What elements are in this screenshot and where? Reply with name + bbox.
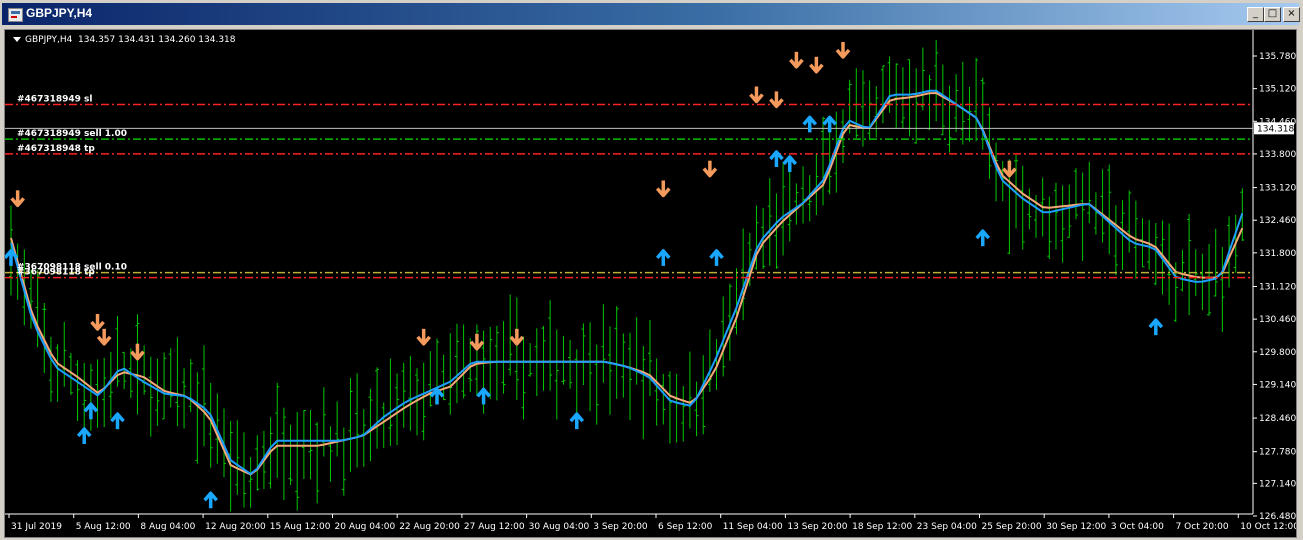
x-tick-label: 13 Sep 20:00 (787, 522, 847, 532)
buy-arrow-icon (769, 150, 784, 167)
x-tick-label: 11 Sep 04:00 (723, 522, 783, 532)
current-price-label: 134.318 (1257, 124, 1294, 134)
slow-ma-line (10, 91, 1244, 476)
chart-symbol: GBPJPY,H4 (25, 35, 73, 45)
sell-arrow-icon (90, 314, 105, 331)
close-button[interactable]: × (1283, 7, 1300, 22)
x-tick-label: 6 Sep 12:00 (658, 522, 713, 532)
sell-arrow-icon (10, 190, 25, 208)
maximize-button[interactable]: □ (1264, 7, 1281, 22)
sell-arrow-icon (469, 333, 485, 351)
order-label: #467318948 tp (17, 144, 95, 154)
x-tick-label: 30 Sep 12:00 (1046, 522, 1106, 532)
order-label: #367098118 tp (17, 268, 95, 278)
y-tick-label: 126.480 (1259, 512, 1296, 522)
buy-arrow-icon (709, 249, 724, 266)
y-tick-label: 130.460 (1259, 315, 1296, 325)
x-tick-label: 30 Aug 04:00 (529, 522, 590, 532)
sell-arrow-icon (809, 56, 824, 74)
x-tick-label: 7 Oct 20:00 (1176, 522, 1229, 532)
x-tick-label: 27 Aug 12:00 (464, 522, 525, 532)
x-tick-label: 3 Sep 20:00 (593, 522, 648, 532)
sell-arrow-icon (130, 343, 145, 361)
x-tick-label: 22 Aug 20:00 (399, 522, 460, 532)
y-tick-label: 133.800 (1259, 150, 1296, 160)
x-tick-label: 12 Aug 20:00 (205, 522, 266, 532)
buy-arrow-icon (975, 229, 991, 247)
x-tick-label: 8 Aug 04:00 (140, 522, 195, 532)
buy-arrow-icon (1148, 318, 1164, 336)
buy-arrow-icon (569, 412, 585, 430)
x-tick-label: 20 Aug 04:00 (335, 522, 396, 532)
buy-arrow-icon (476, 387, 491, 405)
chart-info: GBPJPY,H4 134.357 134.431 134.260 134.31… (13, 35, 236, 45)
buy-arrow-icon (822, 115, 838, 133)
fast-ma-line (10, 89, 1244, 476)
chart-menu-triangle-icon[interactable] (13, 37, 21, 42)
sell-arrow-icon (835, 41, 851, 59)
y-tick-label: 127.140 (1259, 479, 1296, 489)
sell-arrow-icon (789, 51, 804, 69)
buy-arrow-icon (782, 155, 798, 172)
buy-arrow-icon (76, 427, 92, 444)
buy-arrow-icon (429, 387, 445, 405)
sell-arrow-icon (416, 328, 431, 346)
chart-area[interactable]: 135.780 135.120 134.460 133.800 133.120 132.4… (4, 29, 1297, 538)
y-tick-label: 128.460 (1259, 414, 1296, 424)
x-tick-label: 31 Jul 2019 (11, 522, 62, 532)
sell-arrow-icon (509, 328, 525, 346)
y-tick-label: 129.800 (1259, 348, 1296, 358)
y-tick-label: 133.120 (1259, 184, 1296, 194)
x-tick-label: 10 Oct 12:00 (1240, 522, 1296, 532)
sell-arrow-icon (769, 91, 784, 109)
sell-arrow-icon (749, 86, 764, 104)
y-tick-label: 135.120 (1259, 85, 1296, 95)
x-tick-label: 18 Sep 12:00 (852, 522, 912, 532)
buy-arrow-icon (110, 412, 125, 430)
sell-arrow-icon (655, 180, 671, 198)
buy-arrow-icon (203, 491, 219, 509)
x-tick-label: 23 Sep 04:00 (917, 522, 977, 532)
y-tick-label: 129.140 (1259, 380, 1296, 390)
y-tick-label: 131.800 (1259, 249, 1296, 259)
x-tick-label: 3 Oct 04:00 (1111, 522, 1164, 532)
x-tick-label: 15 Aug 12:00 (270, 522, 331, 532)
title-bar[interactable]: GBPJPY,H4 _ □ × (2, 3, 1300, 25)
x-tick-label: 25 Sep 20:00 (982, 522, 1042, 532)
x-tick-label: 5 Aug 12:00 (76, 522, 131, 532)
chart-window-icon (8, 8, 23, 22)
window-title: GBPJPY,H4 (26, 6, 93, 20)
minimize-button[interactable]: _ (1247, 7, 1264, 22)
buy-arrow-icon (5, 249, 19, 266)
price-chart[interactable]: 135.780135.120134.460133.800133.120132.4… (5, 30, 1296, 537)
y-tick-label: 127.780 (1259, 448, 1296, 458)
order-label: #467318949 sell 1.00 (17, 129, 127, 139)
chart-window: GBPJPY,H4 _ □ × 135.780 135.120 134.460 133… (0, 0, 1303, 540)
buy-arrow-icon (655, 249, 671, 266)
sell-arrow-icon (1002, 160, 1017, 178)
chart-ohlc: 134.357 134.431 134.260 134.318 (78, 35, 236, 45)
y-tick-label: 132.460 (1259, 216, 1296, 226)
buy-arrow-icon (802, 115, 818, 133)
y-tick-label: 135.780 (1259, 52, 1296, 62)
order-label: #467318949 sl (17, 94, 92, 104)
y-tick-label: 131.120 (1259, 282, 1296, 292)
buy-arrow-icon (83, 402, 99, 420)
sell-arrow-icon (96, 328, 112, 346)
sell-arrow-icon (702, 160, 718, 178)
